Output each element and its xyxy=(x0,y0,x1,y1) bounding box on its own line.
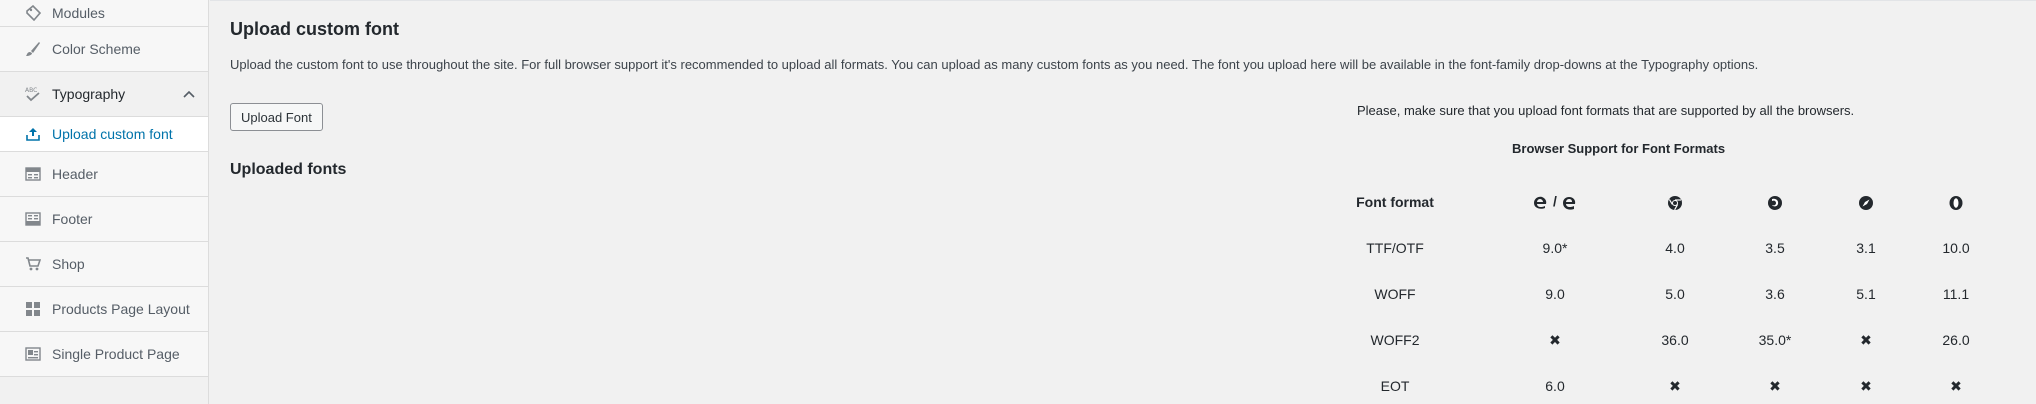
sidebar-item-label: Color Scheme xyxy=(52,41,141,57)
value-cell: ✖ xyxy=(1860,377,1872,394)
value-cell: 3.5 xyxy=(1765,240,1785,256)
font-format-header: Font format xyxy=(1356,194,1434,210)
sidebar-item-header[interactable]: Header xyxy=(0,152,208,197)
chrome-icon xyxy=(1667,195,1683,211)
edge-icon xyxy=(1561,195,1577,211)
value-cell: ✖ xyxy=(1860,331,1872,348)
sidebar: Modules Color Scheme ABC Typography Uplo… xyxy=(0,0,209,404)
value-cell: ✖ xyxy=(1549,331,1561,348)
value-cell: 9.0 xyxy=(1545,286,1565,302)
value-cell: 26.0 xyxy=(1942,332,1970,348)
value-cell: 4.0 xyxy=(1665,240,1685,256)
table-row: EOT 6.0 ✖ ✖ ✖ ✖ xyxy=(1315,363,2015,404)
sidebar-item-label: Single Product Page xyxy=(52,346,180,362)
grid-icon xyxy=(24,300,42,318)
value-cell: 3.1 xyxy=(1856,240,1876,256)
value-cell: 6.0 xyxy=(1545,378,1565,394)
table-row: WOFF 9.0 5.0 3.6 5.1 11.1 xyxy=(1315,271,2015,317)
customizer-app: Modules Color Scheme ABC Typography Uplo… xyxy=(0,0,2036,404)
uploaded-fonts-heading: Uploaded fonts xyxy=(230,161,347,178)
firefox-header xyxy=(1715,179,1835,225)
value-cell: 5.0 xyxy=(1665,286,1685,302)
sidebar-item-modules[interactable]: Modules xyxy=(0,0,208,27)
product-card-icon xyxy=(24,345,42,363)
main-panel: Upload custom font Upload the custom fon… xyxy=(210,0,2036,404)
sidebar-item-label: Modules xyxy=(52,5,105,21)
ie-icon xyxy=(1533,195,1549,211)
sidebar-item-label: Footer xyxy=(52,211,93,227)
sidebar-item-typography[interactable]: ABC Typography xyxy=(0,72,208,117)
value-cell: ✖ xyxy=(1769,377,1781,394)
value-cell: ✖ xyxy=(1669,377,1681,394)
cart-icon xyxy=(24,255,42,273)
opera-icon xyxy=(1948,195,1964,211)
format-cell: TTF/OTF xyxy=(1366,240,1424,256)
footer-layout-icon xyxy=(24,210,42,228)
tag-icon xyxy=(24,4,42,22)
format-cell: WOFF xyxy=(1374,286,1416,302)
safari-icon xyxy=(1858,195,1874,211)
value-cell: 3.6 xyxy=(1765,286,1785,302)
value-cell: ✖ xyxy=(1950,377,1962,394)
safari-header xyxy=(1835,179,1897,225)
format-cell: WOFF2 xyxy=(1370,332,1420,348)
value-cell: 35.0* xyxy=(1758,332,1792,348)
opera-header xyxy=(1897,179,2015,225)
browser-support-notice: Please, make sure that you upload font f… xyxy=(1357,103,1855,118)
abc-check-icon: ABC xyxy=(24,85,42,103)
table-header-row: Font format / xyxy=(1315,179,2015,225)
header-layout-icon xyxy=(24,165,42,183)
svg-text:ABC: ABC xyxy=(25,87,37,94)
sidebar-item-shop[interactable]: Shop xyxy=(0,242,208,287)
brush-icon xyxy=(24,40,42,58)
format-cell: EOT xyxy=(1380,378,1410,394)
sidebar-item-products-page-layout[interactable]: Products Page Layout xyxy=(0,287,208,332)
page-title: Upload custom font xyxy=(230,19,399,39)
table-row: TTF/OTF 9.0* 4.0 3.5 3.1 10.0 xyxy=(1315,225,2015,271)
sidebar-item-label: Products Page Layout xyxy=(52,301,190,317)
value-cell: 36.0 xyxy=(1661,332,1689,348)
ie-edge-header: / xyxy=(1475,179,1635,225)
chevron-up-icon[interactable] xyxy=(180,85,198,103)
table-row: WOFF2 ✖ 36.0 35.0* ✖ 26.0 xyxy=(1315,317,2015,363)
sidebar-item-label: Shop xyxy=(52,256,85,272)
value-cell: 11.1 xyxy=(1942,286,1970,302)
firefox-icon xyxy=(1767,195,1783,211)
sidebar-item-label: Header xyxy=(52,166,98,182)
sidebar-subitem-label: Upload custom font xyxy=(52,126,173,142)
page-description: Upload the custom font to use throughout… xyxy=(230,57,1759,72)
value-cell: 10.0 xyxy=(1942,240,1970,256)
sidebar-item-single-product-page[interactable]: Single Product Page xyxy=(0,332,208,377)
sidebar-item-label: Typography xyxy=(52,86,126,102)
sidebar-item-footer[interactable]: Footer xyxy=(0,197,208,242)
upload-font-button[interactable]: Upload Font xyxy=(230,103,323,131)
value-cell: 9.0* xyxy=(1542,240,1568,256)
value-cell: 5.1 xyxy=(1856,286,1876,302)
chrome-header xyxy=(1635,179,1715,225)
sidebar-subitem-upload-custom-font[interactable]: Upload custom font xyxy=(0,117,208,152)
font-support-table: Font format / TTF/OTF 9.0* 4.0 3.5 3.1 1… xyxy=(1315,179,2015,404)
ie-edge-separator: / xyxy=(1553,193,1557,210)
support-table-caption: Browser Support for Font Formats xyxy=(1512,141,1726,156)
upload-icon xyxy=(24,125,42,143)
sidebar-item-color-scheme[interactable]: Color Scheme xyxy=(0,27,208,72)
